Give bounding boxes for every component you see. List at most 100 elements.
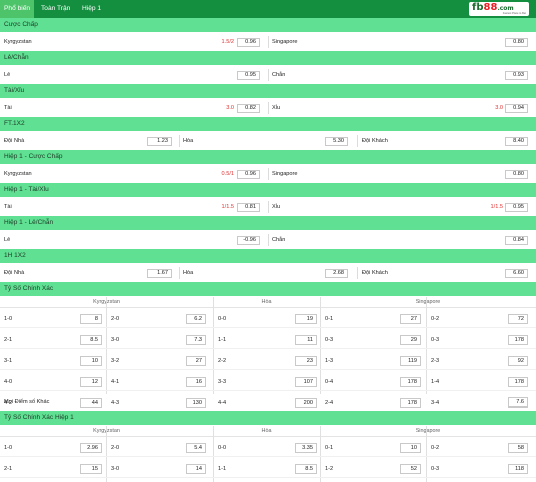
score-odds-button[interactable]: 12 (80, 377, 102, 387)
score-label: 1-0 (4, 445, 13, 451)
score-odds-button[interactable]: 11 (295, 335, 317, 345)
score-odds-button[interactable]: 72 (508, 314, 528, 324)
score-label: 3-1 (4, 358, 13, 364)
draw-label: Hòa (183, 138, 194, 144)
score-odds-button[interactable]: 2.96 (80, 443, 102, 453)
score-odds-button[interactable]: 10 (80, 356, 102, 366)
score-odds-button[interactable]: 3.35 (295, 443, 317, 453)
home-label: Tài (4, 204, 12, 210)
draw-odds-button[interactable]: 2.68 (325, 269, 348, 278)
column-divider (268, 69, 269, 81)
score-odds-button[interactable]: 44 (80, 398, 102, 408)
score-odds-button[interactable]: 27 (400, 314, 421, 324)
away-win-label: Đội Khách (362, 270, 388, 276)
header-draw: Hòa (261, 299, 272, 305)
home-odds-button[interactable]: 0.96 (237, 170, 260, 179)
score-label: 0-2 (431, 445, 440, 451)
score-label: 4-3 (111, 400, 120, 406)
away-odds-button[interactable]: 0.95 (505, 203, 528, 212)
logo-com: .com (497, 5, 514, 12)
score-odds-button[interactable]: 130 (186, 398, 206, 408)
home-odds-button[interactable]: 0.96 (237, 38, 260, 47)
score-label: 4-4 (218, 400, 227, 406)
away-odds-button[interactable]: 0.80 (505, 170, 528, 179)
score-odds-button[interactable]: 8.5 (295, 464, 317, 474)
score-odds-button[interactable]: 178 (400, 377, 421, 387)
away-win-odds-button[interactable]: 8.40 (505, 137, 528, 146)
score-odds-button[interactable]: 14 (186, 464, 206, 474)
logo-tagline: Fastest Place to Bet (502, 12, 526, 15)
column-divider (357, 267, 358, 279)
market-header: Lẻ/Chẵn (0, 51, 536, 65)
draw-odds-button[interactable]: 5.30 (325, 137, 348, 146)
home-odds-button[interactable]: 0.82 (237, 104, 260, 113)
score-odds-button[interactable]: 15 (80, 464, 102, 474)
score-odds-button[interactable]: 16 (186, 377, 206, 387)
market-header: Cược Chấp (0, 18, 536, 32)
away-label: Chẵn (272, 237, 286, 243)
score-label: 0-0 (218, 445, 227, 451)
home-odds-button[interactable]: 0.81 (237, 203, 260, 212)
market-header: Tỷ Số Chính Xác (0, 282, 536, 296)
score-odds-button[interactable]: 178 (400, 398, 421, 408)
away-odds-button[interactable]: 0.93 (505, 71, 528, 80)
score-odds-button[interactable]: 7.3 (186, 335, 206, 345)
score-odds-button[interactable]: 178 (508, 335, 528, 345)
home-handicap: 1/1.5 (221, 204, 234, 210)
score-label: 0-4 (325, 379, 334, 385)
score-odds-button[interactable]: 27 (186, 356, 206, 366)
market-header: FT.1X2 (0, 117, 536, 131)
score-label: 0-3 (431, 337, 440, 343)
away-label: Chẵn (272, 72, 286, 78)
header-away: Singapore (415, 299, 441, 305)
draw-label: Hòa (183, 270, 194, 276)
market-header: Hiệp 1 - Lẻ/Chẵn (0, 216, 536, 230)
score-label: 2-3 (431, 358, 440, 364)
logo-fb: fb (472, 2, 484, 13)
score-odds-button[interactable]: 52 (400, 464, 421, 474)
other-scores-odds-button[interactable]: 7.6 (508, 397, 528, 407)
away-odds-button[interactable]: 0.80 (505, 38, 528, 47)
score-odds-button[interactable]: 10 (400, 443, 421, 453)
tab-toan-tran[interactable]: Toàn Trận (37, 0, 74, 18)
score-odds-button[interactable]: 92 (508, 356, 528, 366)
away-win-odds-button[interactable]: 6.60 (505, 269, 528, 278)
away-odds-button[interactable]: 0.84 (505, 236, 528, 245)
score-label: 4-0 (4, 379, 13, 385)
home-win-odds-button[interactable]: 1.23 (147, 137, 172, 146)
score-odds-button[interactable]: 6.2 (186, 314, 206, 324)
score-label: 0-3 (325, 337, 334, 343)
other-scores-label: Mọi Điểm số Khác (4, 399, 50, 405)
away-label: Singapore (272, 39, 298, 45)
score-odds-button[interactable]: 19 (295, 314, 317, 324)
home-odds-button[interactable]: -0.96 (237, 236, 260, 245)
header-away: Singapore (415, 428, 441, 434)
score-odds-button[interactable]: 58 (508, 443, 528, 453)
home-win-odds-button[interactable]: 1.67 (147, 269, 172, 278)
score-label: 0-0 (218, 316, 227, 322)
away-handicap: 1/1.5 (490, 204, 503, 210)
score-label: 3-3 (218, 379, 227, 385)
tab-hiep-1[interactable]: Hiệp 1 (78, 0, 105, 18)
home-odds-button[interactable]: 0.95 (237, 71, 260, 80)
score-odds-button[interactable]: 118 (508, 464, 528, 474)
score-odds-button[interactable]: 23 (295, 356, 317, 366)
market-header: Hiệp 1 - Tài/Xỉu (0, 183, 536, 197)
column-divider (268, 36, 269, 48)
score-odds-button[interactable]: 200 (295, 398, 317, 408)
column-divider (268, 168, 269, 180)
score-label: 1-2 (325, 466, 334, 472)
market-header: Tài/Xỉu (0, 84, 536, 98)
home-label: Kyrgyzstan (4, 171, 32, 177)
away-odds-button[interactable]: 0.94 (505, 104, 528, 113)
score-odds-button[interactable]: 5.4 (186, 443, 206, 453)
score-odds-button[interactable]: 107 (295, 377, 317, 387)
score-label: 2-0 (111, 445, 120, 451)
score-odds-button[interactable]: 119 (400, 356, 421, 366)
score-odds-button[interactable]: 178 (508, 377, 528, 387)
tab-pho-bien[interactable]: Phổ biến (0, 0, 35, 18)
score-odds-button[interactable]: 8 (80, 314, 102, 324)
score-odds-button[interactable]: 29 (400, 335, 421, 345)
score-odds-button[interactable]: 8.5 (80, 335, 102, 345)
score-label: 4-1 (111, 379, 120, 385)
